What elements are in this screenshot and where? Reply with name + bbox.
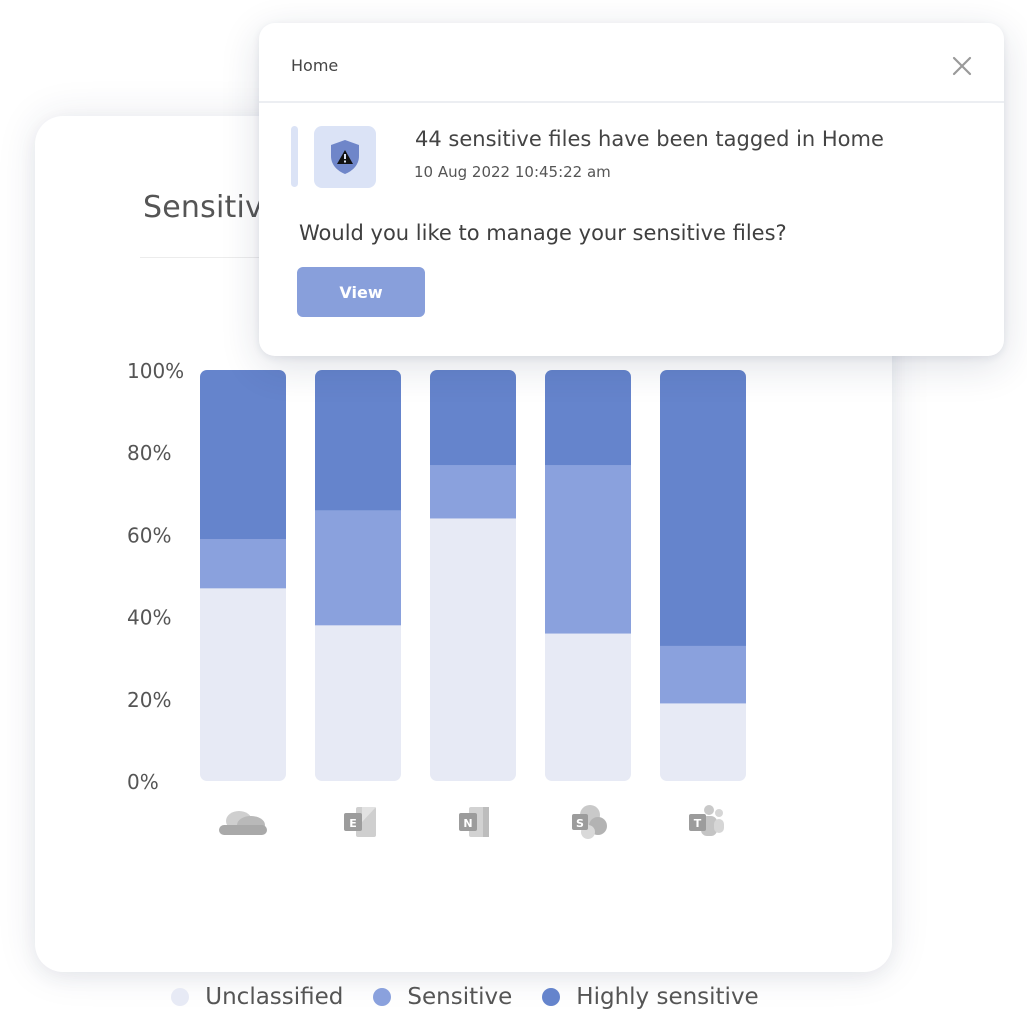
onenote-icon: N <box>459 807 489 837</box>
legend-unclassified-dot <box>171 988 190 1006</box>
exchange-icon: E <box>344 807 376 837</box>
legend-unclassified-label: Unclassified <box>205 984 344 1010</box>
bar-segment-highly-sensitive <box>660 370 746 646</box>
legend-highly-sensitive: Highly sensitive <box>542 984 759 1010</box>
bar-segment-highly-sensitive <box>430 370 516 466</box>
popup-title: Home <box>291 56 339 75</box>
category-letter: E <box>349 817 357 830</box>
legend-sensitive-dot <box>373 988 392 1006</box>
notice-timestamp: 10 Aug 2022 10:45:22 am <box>414 163 611 181</box>
legend-sensitive-label: Sensitive <box>407 984 513 1010</box>
y-tick-label: 0% <box>127 770 159 794</box>
onedrive-icon <box>219 811 267 835</box>
y-tick-label: 100% <box>127 359 184 383</box>
teams-icon: T <box>689 805 724 836</box>
y-tick-label: 20% <box>127 688 171 712</box>
bar-stack-exchange <box>315 370 401 781</box>
category-letter: S <box>576 817 584 830</box>
category-letter: N <box>463 817 472 830</box>
bar-segment-unclassified <box>315 624 401 781</box>
notification-popup: Home 44 sensitive files have been tagged… <box>259 23 1004 356</box>
bar-segment-highly-sensitive <box>200 370 286 540</box>
manage-question: Would you like to manage your sensitive … <box>299 221 787 245</box>
bar-segment-sensitive <box>545 464 631 634</box>
y-tick-label: 80% <box>127 441 171 465</box>
bar-segment-unclassified <box>545 633 631 781</box>
close-icon[interactable] <box>948 52 976 80</box>
bar-stack-sharepoint <box>545 370 631 781</box>
notice-accent-bar <box>291 126 298 187</box>
notice-message: 44 sensitive files have been tagged in H… <box>415 127 884 151</box>
legend-unclassified: Unclassified <box>171 984 343 1010</box>
bar-segment-sensitive <box>430 464 516 519</box>
view-button[interactable]: View <box>297 267 425 317</box>
bar-segment-unclassified <box>430 517 516 781</box>
bar-stack-onenote <box>430 370 516 781</box>
bar-segment-unclassified <box>200 587 286 781</box>
shield-warning-icon <box>314 126 376 188</box>
bar-segment-highly-sensitive <box>545 370 631 466</box>
legend-highly-sensitive-label: Highly sensitive <box>576 984 759 1010</box>
y-tick-label: 40% <box>127 606 171 630</box>
popup-divider <box>259 101 1004 103</box>
legend-sensitive: Sensitive <box>373 984 512 1010</box>
category-letter: T <box>694 817 702 830</box>
bar-segment-highly-sensitive <box>315 370 401 511</box>
bar-segment-unclassified <box>660 702 746 781</box>
chart-legend: Unclassified Sensitive Highly sensitive <box>0 984 930 1010</box>
bar-segment-sensitive <box>315 509 401 626</box>
legend-highly-sensitive-dot <box>542 988 561 1006</box>
bar-segment-sensitive <box>200 538 286 589</box>
y-tick-label: 60% <box>127 523 171 547</box>
bar-stack-teams <box>660 370 746 781</box>
bar-stack-onedrive <box>200 370 286 781</box>
bar-segment-sensitive <box>660 645 746 704</box>
sharepoint-icon: S <box>572 805 607 839</box>
